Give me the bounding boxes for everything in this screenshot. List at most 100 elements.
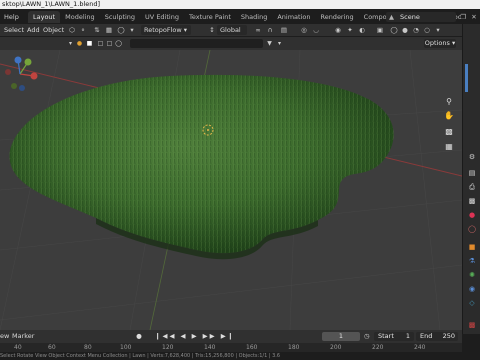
orientation-label: Global — [220, 26, 241, 34]
chevron-down-icon[interactable]: ▾ — [66, 39, 75, 48]
properties-tab-strip: ⚙ ▤ ⎙ ▩ ● ◯ ■ ⚗ ✺ ◉ ◇ ▩ — [462, 24, 480, 334]
viewport-scene — [0, 50, 462, 330]
playback-controls[interactable]: ❙◀◀ ◀ ▶ ▶▶ ▶❙ — [155, 330, 235, 343]
world-properties-icon[interactable]: ◯ — [467, 224, 477, 234]
help-menu[interactable]: Help — [4, 11, 19, 23]
panel-resize-handle[interactable] — [465, 64, 468, 92]
x-axis-icon — [30, 72, 38, 80]
ruler-tick: 100 — [120, 344, 132, 351]
tab-rendering[interactable]: Rendering — [315, 11, 358, 23]
delete-scene-icon[interactable]: ✕ — [469, 12, 479, 22]
snap-increment-icon[interactable]: ▦ — [104, 25, 114, 35]
wireframe-shading-icon[interactable]: ◯ — [389, 25, 399, 35]
view-layer-icon[interactable]: ▩ — [467, 196, 477, 206]
constraint-properties-icon[interactable]: ◇ — [467, 298, 477, 308]
ruler-tick: 160 — [246, 344, 258, 351]
timeline-header: ew Marker ● ❙◀◀ ◀ ▶ ▶▶ ▶❙ 1 ◷ Start 1 En… — [0, 330, 462, 343]
menu-select[interactable]: Select — [4, 24, 24, 36]
orientation-icon: ↕ — [209, 26, 215, 34]
viewport-header: Select Add Object ⬡ ⚬ ⇅ ▦ ◯ ▾ RetopoFlow… — [0, 24, 462, 36]
end-label: End — [420, 332, 433, 340]
timeline-ruler[interactable]: 40 60 80 100 120 140 160 180 200 220 240 — [0, 343, 462, 352]
scene-name: Scene — [400, 13, 420, 21]
render-properties-icon[interactable]: ▤ — [467, 168, 477, 178]
cursor-icon[interactable]: ⬡ — [67, 25, 77, 35]
tab-layout[interactable]: Layout — [28, 11, 61, 23]
chevron-down-icon[interactable]: ▾ — [127, 25, 137, 35]
ruler-tick: 240 — [414, 344, 426, 351]
tool-properties-icon[interactable]: ⚙ — [467, 152, 477, 162]
navigation-gizmo[interactable] — [0, 54, 40, 94]
zoom-icon[interactable]: ⚲ — [443, 96, 455, 108]
modifier-properties-icon[interactable]: ⚗ — [467, 256, 477, 266]
tab-shading[interactable]: Shading — [236, 11, 272, 23]
scene-selector[interactable]: ▲ Scene — [386, 12, 456, 22]
tab-modeling[interactable]: Modeling — [60, 11, 100, 23]
output-properties-icon[interactable]: ⎙ — [467, 182, 477, 192]
ruler-tick: 140 — [204, 344, 216, 351]
chevron-down-icon: ▾ — [183, 26, 188, 34]
retopoflow-dropdown[interactable]: RetopoFlow ▾ — [141, 25, 191, 35]
paint-mode-icon[interactable]: ◯ — [114, 39, 123, 48]
chevron-down-icon: ▾ — [449, 39, 456, 47]
select-mode-icon[interactable]: ■ — [85, 39, 94, 48]
record-icon[interactable]: ● — [134, 330, 144, 343]
end-frame-field[interactable]: End 250 — [416, 332, 458, 341]
visibility-icon[interactable]: ◉ — [333, 25, 343, 35]
menu-object[interactable]: Object — [43, 24, 64, 36]
ruler-tick: 120 — [162, 344, 174, 351]
y-axis-icon — [24, 58, 32, 66]
material-shading-icon[interactable]: ◔ — [411, 25, 421, 35]
hand-icon[interactable]: ✋ — [443, 110, 455, 122]
ruler-tick: 180 — [288, 344, 300, 351]
proportional-edit-icon[interactable]: ◯ — [116, 25, 126, 35]
proportional-icon[interactable]: ◎ — [299, 25, 309, 35]
transform-pivot-icon[interactable]: ⚬ — [78, 25, 88, 35]
tab-texture-paint[interactable]: Texture Paint — [184, 11, 236, 23]
falloff-icon[interactable]: ◡ — [311, 25, 321, 35]
grid-icon[interactable]: ▦ — [443, 141, 455, 153]
clock-icon[interactable]: ◷ — [364, 330, 370, 343]
magnet-icon[interactable]: ∩ — [265, 25, 275, 35]
start-frame-field[interactable]: Start 1 — [374, 332, 414, 341]
edit-mode-icon[interactable]: □ — [96, 39, 105, 48]
tab-animation[interactable]: Animation — [272, 11, 315, 23]
filter-icon[interactable]: ▼ — [265, 39, 274, 48]
3d-viewport[interactable]: ⚲ ✋ ▩ ▦ — [0, 50, 462, 330]
sphere-icon[interactable]: ● — [75, 39, 84, 48]
window-title-bar: sktop\LAWN_1\LAWN_1.blend] — [0, 0, 480, 9]
rendered-shading-icon[interactable]: ○ — [422, 25, 432, 35]
chevron-down-icon[interactable]: ▾ — [275, 39, 284, 48]
particles-properties-icon[interactable]: ✺ — [467, 270, 477, 280]
physics-properties-icon[interactable]: ◉ — [467, 284, 477, 294]
tab-uv-editing[interactable]: UV Editing — [140, 11, 184, 23]
options-button[interactable]: Options ▾ — [424, 39, 456, 48]
snap-target-icon[interactable]: ▤ — [279, 25, 289, 35]
ruler-tick: 60 — [48, 344, 56, 351]
link-icon[interactable]: ∞ — [253, 25, 263, 35]
solid-shading-icon[interactable]: ● — [400, 25, 410, 35]
scene-properties-icon[interactable]: ● — [467, 210, 477, 220]
object-properties-icon[interactable]: ■ — [467, 242, 477, 252]
menu-marker[interactable]: Marker — [12, 330, 34, 343]
scene-icon: ▲ — [389, 13, 394, 21]
status-bar: Select Rotate View Object Context Menu C… — [0, 352, 480, 360]
copy-scene-icon[interactable]: ❐ — [458, 12, 468, 22]
ruler-tick: 40 — [14, 344, 22, 351]
chevron-down-icon[interactable]: ▾ — [433, 25, 443, 35]
overlay-icon[interactable]: ◐ — [357, 25, 367, 35]
material-properties-icon[interactable]: ▩ — [467, 320, 477, 330]
tab-sculpting[interactable]: Sculpting — [100, 11, 140, 23]
retopoflow-label: RetopoFlow — [144, 26, 182, 34]
search-input[interactable] — [130, 39, 263, 48]
current-frame-field[interactable]: 1 — [322, 332, 360, 341]
orientation-dropdown[interactable]: Global — [217, 25, 247, 35]
xray-icon[interactable]: ▣ — [375, 25, 385, 35]
camera-icon[interactable]: ▩ — [443, 126, 455, 138]
sculpt-mode-icon[interactable]: □ — [105, 39, 114, 48]
menu-view[interactable]: ew — [0, 330, 9, 343]
menu-add[interactable]: Add — [27, 24, 40, 36]
gizmo-toggle-icon[interactable]: ✦ — [345, 25, 355, 35]
snap-icon[interactable]: ⇅ — [92, 25, 102, 35]
status-text: Select Rotate View Object Context Menu C… — [0, 353, 281, 359]
